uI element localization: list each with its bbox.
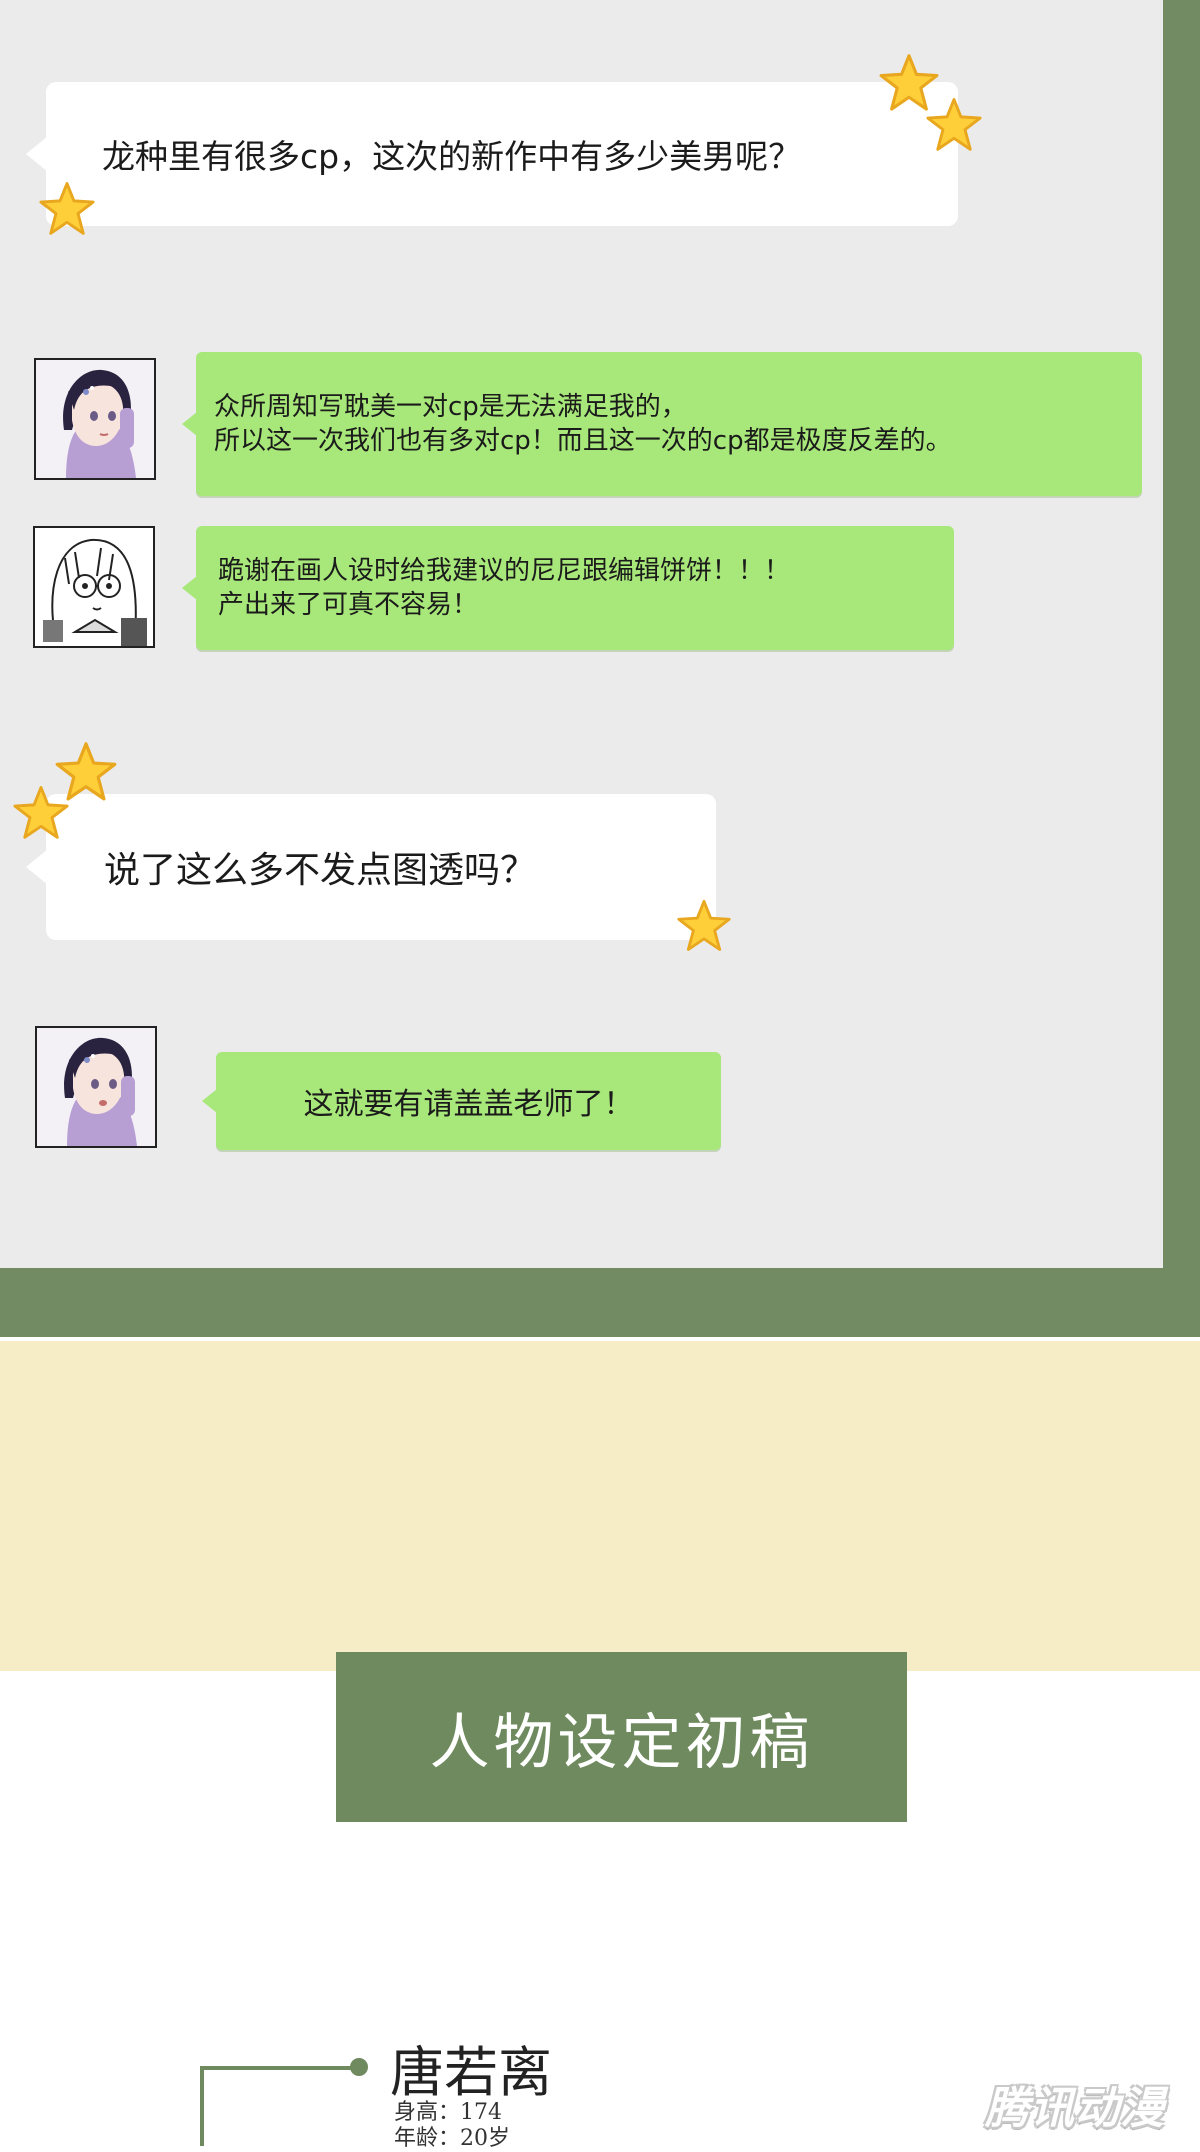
question-text-2: 说了这么多不发点图透吗？ [104,850,537,891]
answer-text-3: 这就要有请盖盖老师了！ [303,1087,634,1122]
star-icon [677,899,731,951]
author-avatar [35,1026,157,1148]
character-age: 年龄：20岁 [394,2126,510,2151]
answer-text-1: 众所周知写耽美一对cp是无法满足我的， 所以这一次我们也有多对cp！而且这一次的… [214,392,952,456]
question-bubble-2: 说了这么多不发点图透吗？ [26,794,716,940]
author-avatar [34,358,156,480]
connector-line [200,2066,204,2146]
frame-right-bar [1163,0,1200,1337]
answer-bubble-2: 跪谢在画人设时给我建议的尼尼跟编辑饼饼！！！ 产出来了可真不容易！ [182,526,954,650]
star-icon [39,182,95,235]
frame-bottom-bar [0,1268,1200,1337]
star-icon [13,786,69,839]
connector-line [200,2066,356,2070]
question-text-1: 龙种里有很多cp，这次的新作中有多少美男呢？ [102,137,802,176]
sketch-girl-icon [35,528,153,646]
connector-dot [350,2058,368,2076]
character-height: 身高：174 [394,2100,502,2125]
answer-bubble-3: 这就要有请盖盖老师了！ [202,1052,721,1150]
girl-portrait-icon [37,1028,155,1146]
section-title-text: 人物设定初稿 [429,1707,814,1778]
answer-bubble-1: 众所周知写耽美一对cp是无法满足我的， 所以这一次我们也有多对cp！而且这一次的… [182,352,1142,496]
watermark-logo: 腾讯动漫 [985,2083,1165,2134]
section-title: 人物设定初稿 [336,1652,907,1822]
character-name: 唐若离 [390,2041,552,2104]
editor-avatar [33,526,155,648]
star-icon [926,98,982,151]
character-info: 身高：174 年龄：20岁 [394,2100,510,2152]
question-bubble-1: 龙种里有很多cp，这次的新作中有多少美男呢？ [26,82,958,226]
answer-text-2: 跪谢在画人设时给我建议的尼尼跟编辑饼饼！！！ 产出来了可真不容易！ [218,556,791,620]
beige-arc [0,1341,1200,1671]
girl-portrait-icon [36,360,154,478]
